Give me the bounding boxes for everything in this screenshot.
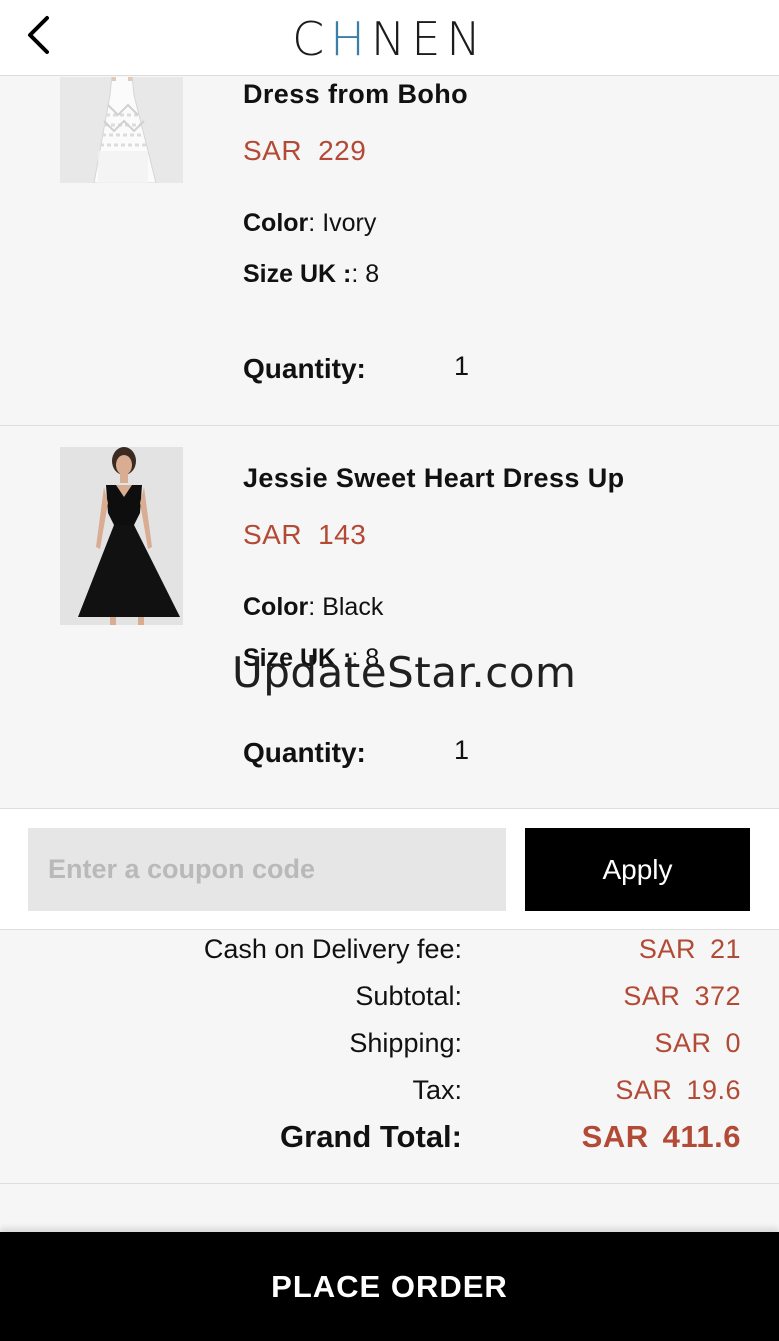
app-header: CHNEN: [0, 0, 779, 76]
cart-item: Jessie Sweet Heart Dress Up SAR 143 Color…: [0, 427, 779, 809]
subtotal-row: Subtotal: SAR 372: [0, 981, 779, 1021]
product-price: SAR 229: [243, 135, 367, 166]
place-order-button[interactable]: PLACE ORDER: [0, 1232, 779, 1341]
coupon-section: Apply: [0, 809, 779, 930]
cod-fee-row: Cash on Delivery fee: SAR 21: [0, 934, 779, 974]
quantity-value[interactable]: 1: [454, 351, 469, 382]
shipping-label: Shipping:: [349, 1028, 462, 1058]
grand-total-label: Grand Total:: [280, 1119, 462, 1154]
grand-total-value: SAR 411.6: [581, 1119, 741, 1154]
product-color: Color: Black: [243, 593, 384, 621]
apply-coupon-button[interactable]: Apply: [525, 828, 750, 911]
shipping-row: Shipping: SAR 0: [0, 1028, 779, 1068]
tax-value: SAR 19.6: [615, 1075, 741, 1105]
product-name[interactable]: Jessie Sweet Heart Dress Up: [243, 463, 625, 494]
ivory-dress-image: [60, 77, 183, 183]
brand-logo[interactable]: CHNEN: [0, 12, 779, 66]
tax-label: Tax:: [412, 1075, 462, 1105]
shipping-value: SAR 0: [654, 1028, 741, 1058]
product-name[interactable]: Dress from Boho: [243, 79, 468, 110]
product-image-black-dress[interactable]: [60, 447, 183, 625]
grand-total-row: Grand Total: SAR 411.6: [0, 1119, 779, 1159]
tax-row: Tax: SAR 19.6: [0, 1075, 779, 1115]
subtotal-label: Subtotal:: [355, 981, 462, 1011]
quantity-label: Quantity:: [243, 353, 366, 384]
order-summary: Cash on Delivery fee: SAR 21 Subtotal: SA…: [0, 930, 779, 1184]
black-dress-image: [60, 447, 183, 625]
quantity-label: Quantity:: [243, 737, 366, 768]
cod-fee-value: SAR 21: [638, 934, 741, 964]
product-image-ivory-dress[interactable]: [60, 77, 183, 183]
product-color: Color: Ivory: [243, 209, 377, 237]
product-size: Size UK :: 8: [243, 260, 380, 288]
cart-item: Dress from Boho SAR 229 Color: Ivory Size…: [0, 77, 779, 426]
quantity-value[interactable]: 1: [454, 735, 469, 766]
watermark-text: UpdateStar.com: [232, 648, 577, 697]
subtotal-value: SAR 372: [623, 981, 741, 1011]
coupon-code-input[interactable]: [28, 828, 506, 911]
cod-fee-label: Cash on Delivery fee:: [203, 934, 462, 964]
product-price: SAR 143: [243, 519, 367, 550]
